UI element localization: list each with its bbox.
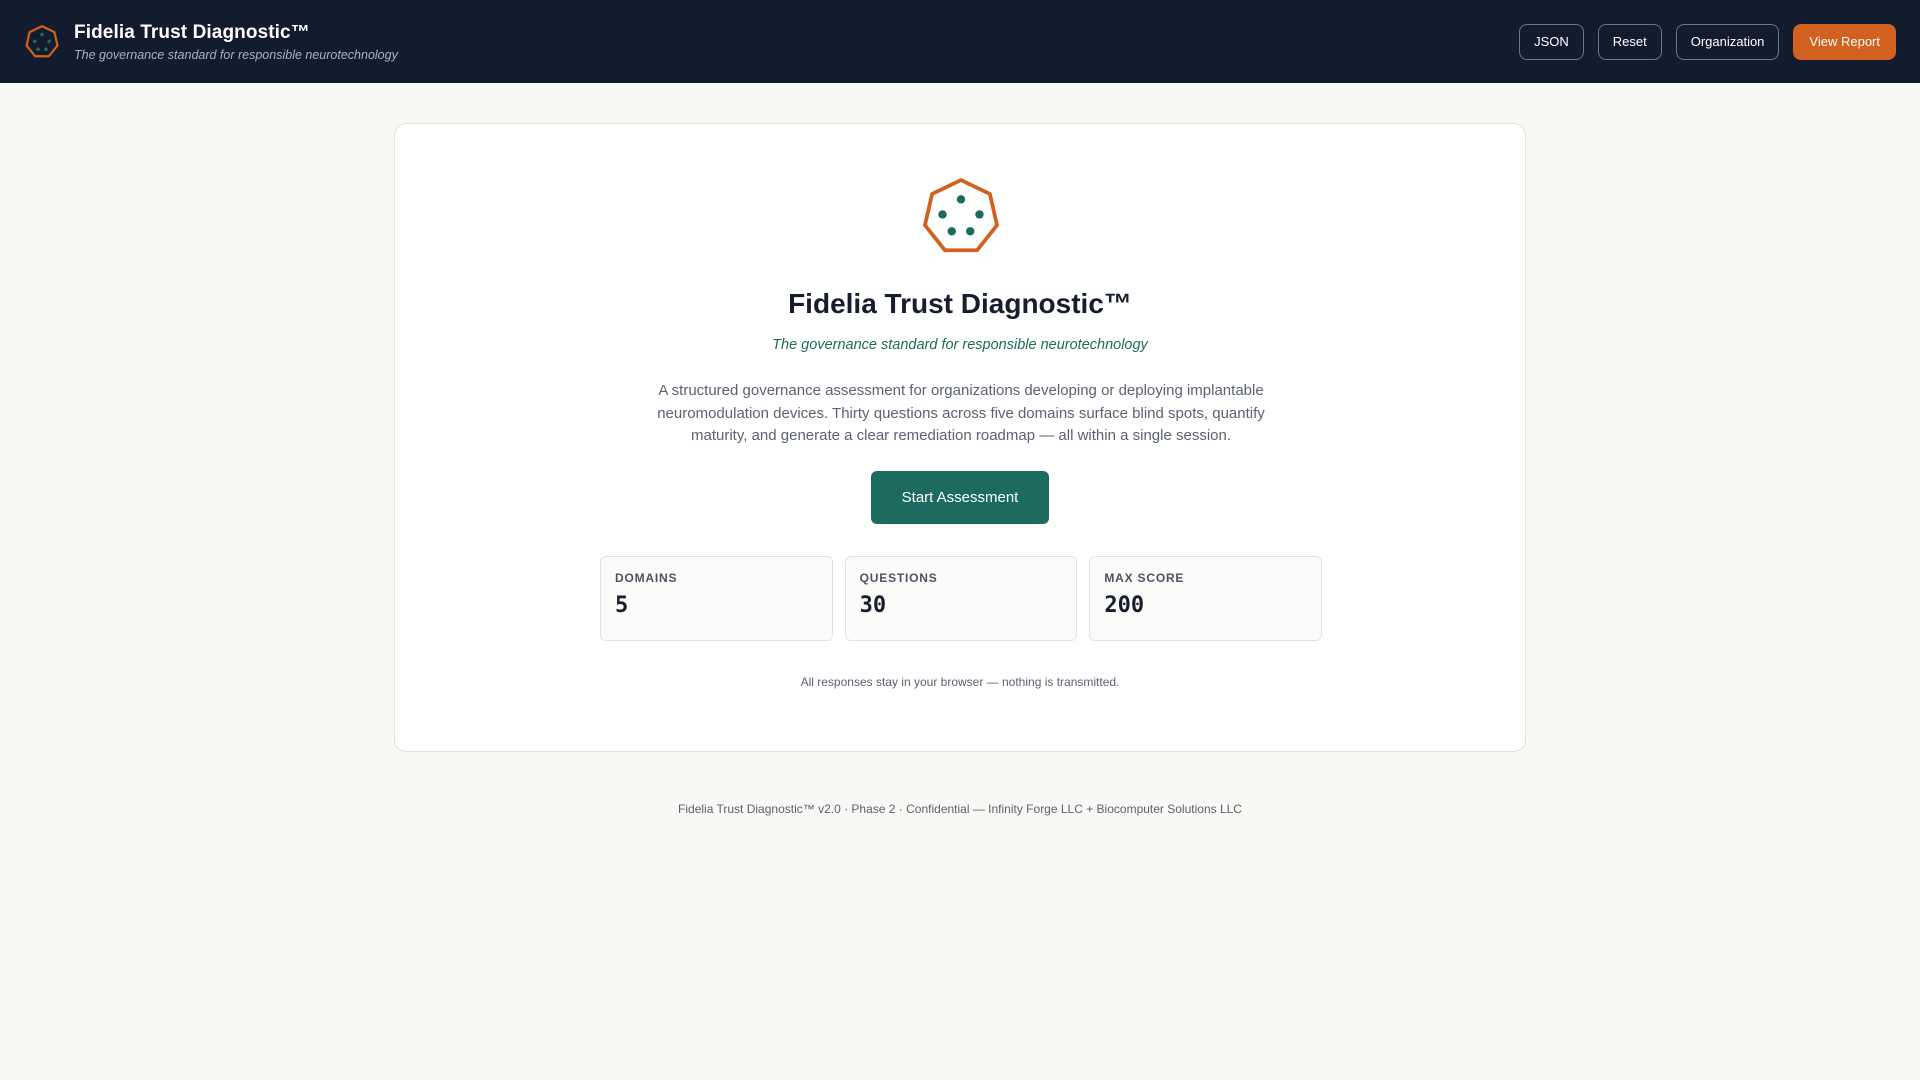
- brand: Fidelia Trust Diagnostic™ The governance…: [24, 22, 398, 62]
- stat-label: QUESTIONS: [859, 571, 938, 585]
- heptagon-logo-icon: [923, 178, 999, 253]
- view-report-button[interactable]: View Report: [1793, 23, 1896, 60]
- start-assessment-button[interactable]: Start Assessment: [871, 471, 1049, 524]
- intro-card: Fidelia Trust Diagnostic™ The governance…: [394, 123, 1526, 752]
- hero-subtitle: The governance standard for responsible …: [772, 337, 1148, 353]
- stat-value: 200: [1104, 593, 1145, 618]
- hero-description: A structured governance assessment for o…: [657, 382, 1265, 444]
- heptagon-logo-icon: [25, 24, 59, 57]
- stat-card-questions: QUESTIONS 30: [844, 556, 1078, 641]
- page-footer: Fidelia Trust Diagnostic™ v2.0 · Phase 2…: [678, 802, 1242, 816]
- brand-text: Fidelia Trust Diagnostic™ The governance…: [74, 22, 398, 62]
- privacy-note: All responses stay in your browser — not…: [800, 675, 1120, 689]
- reset-button[interactable]: Reset: [1597, 23, 1662, 60]
- stat-label: DOMAINS: [615, 571, 678, 585]
- stat-value: 5: [615, 593, 629, 618]
- header-actions: JSON Reset Organization View Report: [1519, 23, 1896, 60]
- json-button[interactable]: JSON: [1519, 23, 1584, 60]
- organization-button[interactable]: Organization: [1675, 23, 1780, 60]
- stat-card-domains: DOMAINS 5: [600, 556, 833, 641]
- top-header: Fidelia Trust Diagnostic™ The governance…: [0, 0, 1920, 83]
- stats-row: DOMAINS 5 QUESTIONS 30 MAX SCORE 200: [600, 556, 1323, 641]
- stat-value: 30: [859, 593, 887, 618]
- stat-card-max-score: MAX SCORE 200: [1089, 556, 1323, 641]
- app-title: Fidelia Trust Diagnostic™: [74, 21, 310, 43]
- hero-title: Fidelia Trust Diagnostic™: [788, 288, 1132, 319]
- app-subtitle: The governance standard for responsible …: [74, 47, 398, 62]
- stat-label: MAX SCORE: [1104, 571, 1185, 585]
